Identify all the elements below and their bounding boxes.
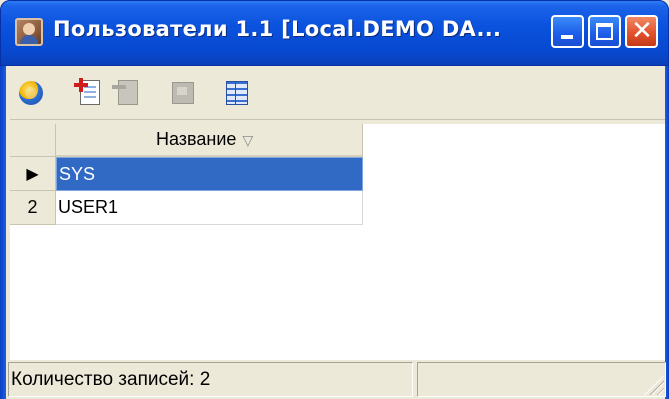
toolbar [10,70,665,120]
grid-corner-cell[interactable] [10,124,56,157]
window-title: Пользователи 1.1 [Local.DEMO DA... [53,17,502,41]
grid-view-button[interactable] [220,76,254,110]
app-window: Пользователи 1.1 [Local.DEMO DA... ✕ Наз… [0,0,669,399]
row-indicator[interactable]: ▶ [10,157,56,191]
window-frame-left [0,66,6,399]
status-bar: Количество записей: 2 [8,362,666,397]
delete-record-icon [118,80,138,105]
minimize-button[interactable] [551,15,584,48]
refresh-icon [19,81,43,105]
minus-icon [112,85,126,89]
grid-header: Название ▽ [10,124,363,157]
column-header-name[interactable]: Название ▽ [56,124,363,157]
maximize-button[interactable] [588,15,621,48]
title-bar[interactable]: Пользователи 1.1 [Local.DEMO DA... ✕ [0,0,669,66]
edit-record-icon [172,82,194,104]
maximize-icon [596,23,613,40]
edit-record-button[interactable] [166,76,200,110]
close-button[interactable]: ✕ [625,15,658,48]
row-indicator[interactable]: 2 [10,191,56,225]
users-grid: Название ▽ ▶ SYS 2 USER1 [10,124,363,225]
minimize-icon [561,35,573,39]
column-header-label: Название [156,129,237,149]
current-row-arrow-icon: ▶ [26,164,39,183]
sort-descending-icon: ▽ [242,133,254,149]
add-record-button[interactable] [72,76,106,110]
refresh-button[interactable] [14,76,48,110]
table-row[interactable]: 2 USER1 [10,191,363,225]
window-frame-right [665,66,669,399]
table-row[interactable]: ▶ SYS [10,157,363,191]
status-record-count: Количество записей: 2 [8,362,413,397]
cell-user-name[interactable]: USER1 [56,191,363,225]
cell-user-name[interactable]: SYS [56,157,363,191]
close-icon: ✕ [631,16,653,46]
grid-view-icon [226,81,248,105]
delete-record-button[interactable] [110,76,144,110]
plus-icon [74,78,88,92]
user-portrait-icon[interactable] [15,18,43,46]
status-panel-secondary [417,362,666,397]
grid-area[interactable]: Название ▽ ▶ SYS 2 USER1 [10,124,665,360]
